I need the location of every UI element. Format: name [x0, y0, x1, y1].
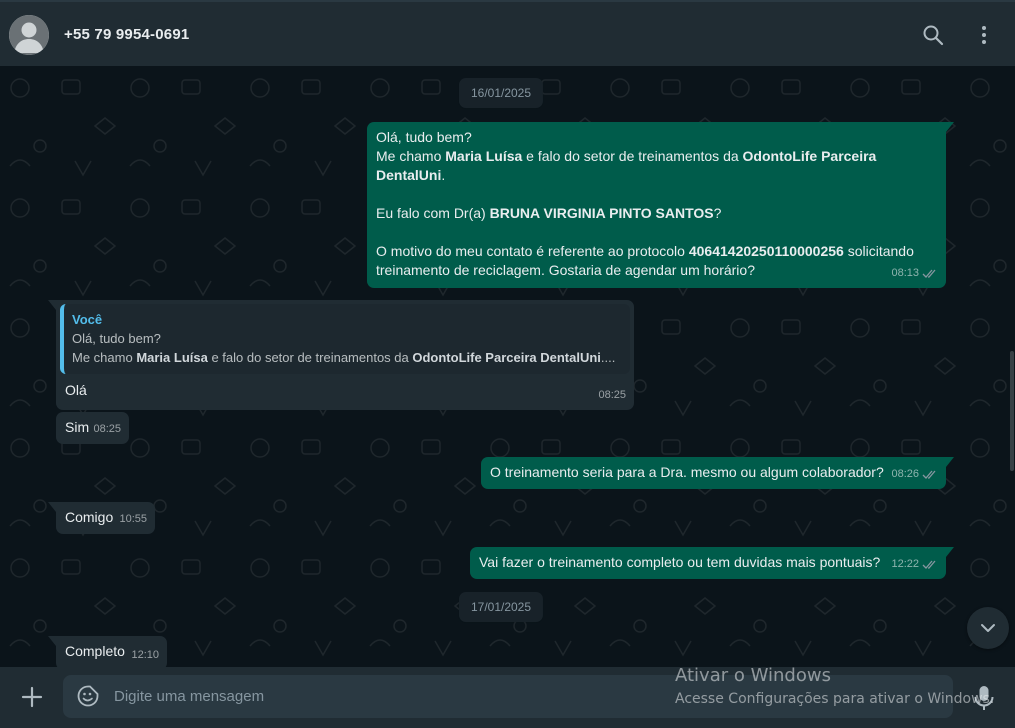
whatsapp-window: +55 79 9954-0691 16/01/2025 Olá, tudo be… — [0, 0, 1015, 728]
contact-name[interactable]: +55 79 9954-0691 — [64, 26, 189, 43]
outgoing-message[interactable]: O treinamento seria para a Dra. mesmo ou… — [481, 457, 946, 489]
attach-plus-icon[interactable] — [20, 685, 44, 709]
message-meta: 08:25 — [598, 386, 626, 405]
message-time: 08:25 — [93, 423, 121, 435]
outgoing-message[interactable]: Vai fazer o treinamento completo ou tem … — [470, 547, 946, 579]
microphone-icon[interactable] — [972, 685, 996, 711]
bubble-tail — [946, 547, 954, 557]
message-text: Olá, tudo bem? Me chamo Maria Luísa e fa… — [376, 129, 914, 278]
message-text: Vai fazer o treinamento completo ou tem … — [479, 554, 881, 570]
avatar-icon[interactable] — [9, 15, 49, 55]
message-meta: 12:22 — [891, 555, 938, 574]
chevron-down-icon — [981, 624, 995, 632]
search-icon[interactable] — [922, 24, 944, 46]
scroll-to-bottom-button[interactable] — [967, 607, 1009, 649]
message-meta: 12:10 — [131, 646, 159, 665]
message-text: Completo — [65, 643, 125, 659]
sticker-emoji-icon[interactable] — [77, 685, 99, 707]
message-meta: 10:55 — [119, 510, 147, 529]
outgoing-message[interactable]: Olá, tudo bem? Me chamo Maria Luísa e fa… — [367, 122, 946, 288]
bubble-tail — [946, 457, 954, 467]
message-time: 08:13 — [891, 267, 919, 279]
message-list[interactable]: 16/01/2025 Olá, tudo bem? Me chamo Maria… — [0, 66, 1015, 667]
quote-text-line: Me chamo Maria Luísa e falo do setor de … — [72, 350, 616, 365]
message-time: 08:26 — [891, 468, 919, 480]
message-meta: 08:25 — [93, 420, 121, 439]
incoming-message[interactable]: Sim 08:25 — [56, 412, 129, 444]
message-input[interactable] — [114, 675, 674, 718]
message-input-container[interactable] — [63, 675, 953, 718]
message-text: Sim — [65, 419, 90, 435]
menu-icon[interactable] — [973, 24, 995, 46]
incoming-message[interactable]: Comigo 10:55 — [56, 502, 155, 534]
quote-author: Você — [72, 312, 103, 327]
message-text: Comigo — [65, 509, 114, 525]
read-ticks-icon — [922, 269, 936, 278]
bubble-tail — [48, 502, 56, 512]
chat-scrollbar[interactable] — [1010, 351, 1014, 471]
incoming-message[interactable]: Você Olá, tudo bem? Me chamo Maria Luísa… — [56, 300, 634, 410]
date-separator: 16/01/2025 — [458, 78, 544, 108]
read-ticks-icon — [922, 470, 936, 479]
message-text: Olá — [65, 382, 87, 398]
read-ticks-icon — [922, 560, 936, 569]
bubble-tail — [946, 122, 954, 132]
message-time: 12:22 — [891, 558, 919, 570]
message-text: O treinamento seria para a Dra. mesmo ou… — [490, 464, 884, 480]
message-time: 10:55 — [119, 513, 147, 525]
message-meta: 08:13 — [891, 264, 938, 283]
message-meta: 08:26 — [891, 465, 938, 484]
bubble-tail — [48, 300, 56, 310]
composer-bar — [0, 667, 1015, 728]
quote-text-line: Olá, tudo bem? — [72, 331, 161, 346]
bubble-tail — [48, 636, 56, 646]
quoted-message[interactable]: Você Olá, tudo bem? Me chamo Maria Luísa… — [60, 304, 630, 374]
date-separator: 17/01/2025 — [458, 592, 544, 622]
incoming-message[interactable]: Completo 12:10 — [56, 636, 167, 667]
message-time: 08:25 — [598, 389, 626, 401]
chat-header: +55 79 9954-0691 — [0, 0, 1015, 66]
message-time: 12:10 — [131, 649, 159, 661]
